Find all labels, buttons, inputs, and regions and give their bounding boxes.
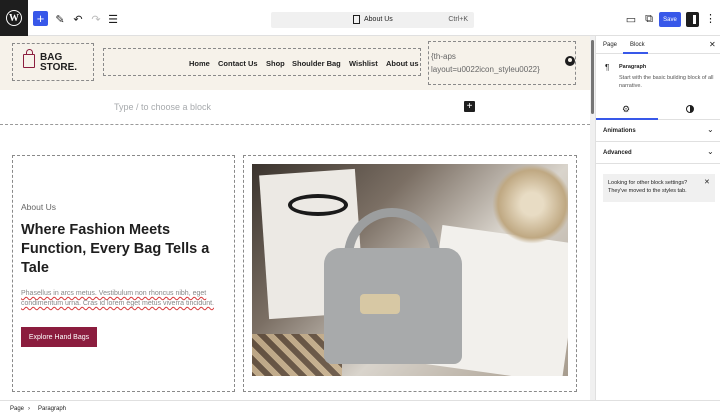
about-column-right[interactable] bbox=[243, 155, 577, 392]
navigation-block[interactable]: Home Contact Us Shop Shoulder Bag Wishli… bbox=[103, 48, 421, 76]
shortcode-text: {th-aps layout=u0022icon_styleu0022} bbox=[431, 52, 540, 74]
paragraph-icon: ¶ bbox=[605, 63, 610, 72]
wordpress-logo-icon[interactable]: W bbox=[0, 0, 28, 36]
panel-animations[interactable]: Animations ⌄ bbox=[596, 120, 720, 142]
nav-item-wishlist[interactable]: Wishlist bbox=[349, 59, 378, 68]
block-card-title: Paragraph bbox=[619, 64, 647, 70]
block-card-description: Start with the basic building block of a… bbox=[619, 75, 714, 89]
breadcrumb: Page › Paragraph bbox=[0, 400, 720, 420]
styles-notice: Looking for other block settings? They'v… bbox=[603, 174, 715, 202]
about-column-left[interactable]: About Us Where Fashion Meets Function, E… bbox=[12, 155, 235, 392]
nav-item-shop[interactable]: Shop bbox=[266, 59, 285, 68]
panel-animations-label: Animations bbox=[603, 128, 636, 134]
nav-item-contact[interactable]: Contact Us bbox=[218, 59, 258, 68]
shortcode-block[interactable]: {th-aps layout=u0022icon_styleu0022} bbox=[428, 41, 576, 85]
close-icon[interactable]: ✕ bbox=[709, 40, 716, 49]
scrollbar-thumb[interactable] bbox=[591, 40, 594, 114]
styles-icon[interactable] bbox=[686, 105, 694, 113]
settings-sidebar: Page Block ✕ ¶ Paragraph Start with the … bbox=[595, 36, 720, 400]
site-logo-block[interactable]: BAG STORE. bbox=[12, 43, 94, 81]
tab-page[interactable]: Page bbox=[603, 42, 617, 48]
breadcrumb-separator: › bbox=[28, 406, 30, 412]
editor-toolbar: W + ✎ ↶ ↷ ☰ About Us Ctrl+K ▭ ⧉ Save ⋮ bbox=[0, 0, 720, 36]
save-button[interactable]: Save bbox=[659, 12, 681, 27]
redo-icon[interactable]: ↷ bbox=[89, 12, 103, 26]
close-icon[interactable]: ✕ bbox=[704, 178, 710, 186]
chevron-down-icon: ⌄ bbox=[707, 125, 714, 134]
about-heading[interactable]: Where Fashion Meets Function, Every Bag … bbox=[21, 221, 231, 278]
add-block-icon[interactable]: + bbox=[33, 11, 48, 26]
settings-style-tabs: ⚙ bbox=[596, 98, 720, 120]
undo-icon[interactable]: ↶ bbox=[71, 12, 85, 26]
photo-bag-clasp bbox=[360, 294, 400, 314]
settings-panel-icon[interactable] bbox=[686, 12, 699, 27]
photo-glasses bbox=[288, 194, 348, 216]
document-overview-icon[interactable]: ☰ bbox=[106, 12, 120, 26]
site-header: BAG STORE. Home Contact Us Shop Shoulder… bbox=[0, 36, 590, 90]
pencil-icon[interactable]: ✎ bbox=[53, 12, 67, 26]
chevron-down-icon: ⌄ bbox=[707, 147, 714, 156]
sidebar-tabs: Page Block ✕ bbox=[596, 36, 720, 54]
eyebrow-text[interactable]: About Us bbox=[21, 202, 56, 212]
panel-advanced-label: Advanced bbox=[603, 150, 632, 156]
block-placeholder: Type / to choose a block bbox=[114, 102, 212, 112]
nav-item-shoulder-bag[interactable]: Shoulder Bag bbox=[292, 59, 341, 68]
external-view-icon[interactable]: ⧉ bbox=[642, 12, 656, 26]
page-icon bbox=[353, 15, 360, 24]
breadcrumb-paragraph[interactable]: Paragraph bbox=[38, 406, 66, 412]
notice-text: Looking for other block settings? They'v… bbox=[608, 180, 688, 194]
separator-line bbox=[0, 124, 590, 125]
photo-dried-flowers bbox=[492, 164, 568, 244]
document-title: About Us bbox=[364, 16, 393, 23]
panel-advanced[interactable]: Advanced ⌄ bbox=[596, 142, 720, 164]
gear-icon[interactable]: ⚙ bbox=[622, 104, 630, 115]
explore-bags-button[interactable]: Explore Hand Bags bbox=[21, 327, 97, 347]
options-menu-icon[interactable]: ⋮ bbox=[705, 12, 716, 25]
active-tab-indicator bbox=[623, 52, 648, 54]
account-icon[interactable] bbox=[565, 56, 575, 66]
about-paragraph[interactable]: Phasellus in arcs metus. Vestibulum non … bbox=[21, 289, 231, 309]
command-shortcut: Ctrl+K bbox=[448, 16, 468, 23]
handbag-photo[interactable] bbox=[252, 164, 568, 376]
nav-item-home[interactable]: Home bbox=[189, 59, 210, 68]
document-title-bar[interactable]: About Us Ctrl+K bbox=[271, 12, 474, 28]
empty-paragraph-block[interactable]: Type / to choose a block + bbox=[0, 90, 590, 124]
tab-block[interactable]: Block bbox=[630, 42, 645, 48]
desktop-view-icon[interactable]: ▭ bbox=[624, 12, 638, 26]
nav-item-about[interactable]: About us bbox=[386, 59, 419, 68]
inserter-plus-icon[interactable]: + bbox=[464, 101, 475, 112]
shopping-bag-icon bbox=[23, 49, 35, 68]
logo-line2: STORE. bbox=[40, 62, 78, 73]
breadcrumb-page[interactable]: Page bbox=[10, 406, 24, 412]
